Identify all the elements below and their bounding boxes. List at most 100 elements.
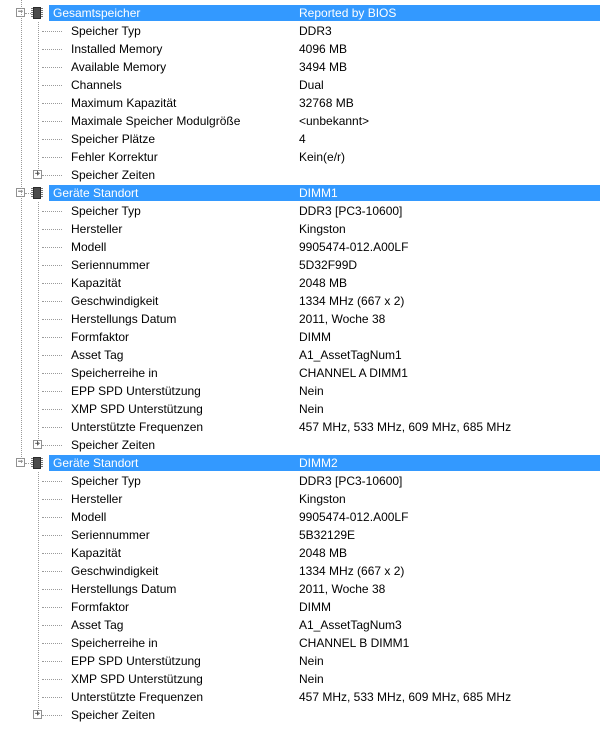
property-value: CHANNEL B DIMM1 xyxy=(299,636,410,650)
property-row[interactable]: Available Memory 3494 MB xyxy=(0,58,600,76)
tree-connector xyxy=(42,247,62,248)
property-row[interactable]: Speicher Typ DDR3 [PC3-10600] xyxy=(0,202,600,220)
property-row[interactable]: Kapazität 2048 MB xyxy=(0,544,600,562)
property-label: Asset Tag xyxy=(71,618,124,632)
property-value: 2048 MB xyxy=(299,276,348,290)
property-label: EPP SPD Unterstützung xyxy=(71,384,201,398)
property-row[interactable]: EPP SPD Unterstützung Nein xyxy=(0,382,600,400)
property-label: Speicher Typ xyxy=(71,24,141,38)
tree-connector-vertical xyxy=(38,472,39,715)
property-row[interactable]: Asset Tag A1_AssetTagNum3 xyxy=(0,616,600,634)
memory-tree-view[interactable]: − Gesamtspeicher Reported by BIOS Speicher … xyxy=(0,0,600,756)
property-value: DDR3 [PC3-10600] xyxy=(299,474,403,488)
property-label: Kapazität xyxy=(71,276,122,290)
tree-connector xyxy=(42,337,62,338)
property-row[interactable]: Modell 9905474-012.A00LF xyxy=(0,238,600,256)
property-label: Speicherreihe in xyxy=(71,636,158,650)
property-label: Modell xyxy=(71,510,107,524)
property-row[interactable]: Seriennummer 5B32129E xyxy=(0,526,600,544)
property-value: Nein xyxy=(299,402,324,416)
property-row[interactable]: Formfaktor DIMM xyxy=(0,598,600,616)
property-row[interactable]: Speicher Plätze 4 xyxy=(0,130,600,148)
property-row[interactable]: Maximale Speicher Modulgröße <unbekannt> xyxy=(0,112,600,130)
tree-connector xyxy=(42,589,62,590)
property-value: Nein xyxy=(299,384,324,398)
property-row[interactable]: XMP SPD Unterstützung Nein xyxy=(0,670,600,688)
property-value: Dual xyxy=(299,78,324,92)
property-row[interactable]: Geschwindigkeit 1334 MHz (667 x 2) xyxy=(0,292,600,310)
tree-connector xyxy=(42,625,62,626)
section-title: Geräte Standort xyxy=(53,456,139,470)
property-value: DIMM xyxy=(299,330,331,344)
section-header-2[interactable]: − Geräte Standort DIMM1 xyxy=(0,184,600,202)
property-row[interactable]: Fehler Korrektur Kein(e/r) xyxy=(0,148,600,166)
section-header-1[interactable]: − Gesamtspeicher Reported by BIOS xyxy=(0,4,600,22)
tree-connector xyxy=(42,31,62,32)
property-row[interactable]: Hersteller Kingston xyxy=(0,490,600,508)
tree-connector xyxy=(42,355,62,356)
property-label: Formfaktor xyxy=(71,600,130,614)
property-label: Seriennummer xyxy=(71,258,150,272)
property-row[interactable]: Modell 9905474-012.A00LF xyxy=(0,508,600,526)
tree-connector xyxy=(42,265,62,266)
tree-connector xyxy=(42,283,62,284)
property-label: Speicher Plätze xyxy=(71,132,156,146)
tree-connector xyxy=(42,643,62,644)
section-header-3[interactable]: − Geräte Standort DIMM2 xyxy=(0,454,600,472)
property-value: 1334 MHz (667 x 2) xyxy=(299,294,405,308)
property-label: Channels xyxy=(71,78,122,92)
expandable-item[interactable]: + Speicher Zeiten xyxy=(0,166,600,184)
tree-connector xyxy=(42,445,62,446)
property-label: Geschwindigkeit xyxy=(71,564,159,578)
tree-connector xyxy=(42,139,62,140)
property-row[interactable]: Maximum Kapazität 32768 MB xyxy=(0,94,600,112)
property-value: 2011, Woche 38 xyxy=(299,312,386,326)
property-label: Herstellungs Datum xyxy=(71,582,177,596)
property-label: Maximale Speicher Modulgröße xyxy=(71,114,241,128)
property-row[interactable]: Formfaktor DIMM xyxy=(0,328,600,346)
property-row[interactable]: Speicher Typ DDR3 [PC3-10600] xyxy=(0,472,600,490)
property-row[interactable]: Unterstützte Frequenzen 457 MHz, 533 MHz,… xyxy=(0,688,600,706)
property-row[interactable]: Seriennummer 5D32F99D xyxy=(0,256,600,274)
tree-connector xyxy=(42,481,62,482)
tree-connector xyxy=(42,103,62,104)
tree-connector xyxy=(42,607,62,608)
section-title: Geräte Standort xyxy=(53,186,139,200)
property-row[interactable]: Speicher Typ DDR3 xyxy=(0,22,600,40)
property-value: 5B32129E xyxy=(299,528,356,542)
property-label: Unterstützte Frequenzen xyxy=(71,690,204,704)
section-title: Gesamtspeicher xyxy=(53,6,141,20)
property-value: 9905474-012.A00LF xyxy=(299,510,409,524)
property-label: XMP SPD Unterstützung xyxy=(71,402,203,416)
property-value: DDR3 xyxy=(299,24,332,38)
property-value: 9905474-012.A00LF xyxy=(299,240,409,254)
property-label: Speicher Typ xyxy=(71,474,141,488)
property-row[interactable]: Herstellungs Datum 2011, Woche 38 xyxy=(0,310,600,328)
tree-connector xyxy=(42,85,62,86)
expandable-item[interactable]: + Speicher Zeiten xyxy=(0,436,600,454)
property-row[interactable]: Herstellungs Datum 2011, Woche 38 xyxy=(0,580,600,598)
property-row[interactable]: Channels Dual xyxy=(0,76,600,94)
property-row[interactable]: XMP SPD Unterstützung Nein xyxy=(0,400,600,418)
property-value: <unbekannt> xyxy=(299,114,370,128)
property-value: 2048 MB xyxy=(299,546,348,560)
property-value: 457 MHz, 533 MHz, 609 MHz, 685 MHz xyxy=(299,420,512,434)
section-value: DIMM2 xyxy=(299,456,338,470)
property-row[interactable]: Speicherreihe in CHANNEL A DIMM1 xyxy=(0,364,600,382)
property-row[interactable]: Speicherreihe in CHANNEL B DIMM1 xyxy=(0,634,600,652)
expandable-item[interactable]: + Speicher Zeiten xyxy=(0,706,600,724)
tree-connector xyxy=(42,391,62,392)
property-label: Available Memory xyxy=(71,60,167,74)
property-row[interactable]: Unterstützte Frequenzen 457 MHz, 533 MHz,… xyxy=(0,418,600,436)
property-row[interactable]: Installed Memory 4096 MB xyxy=(0,40,600,58)
property-row[interactable]: Kapazität 2048 MB xyxy=(0,274,600,292)
section-value: DIMM1 xyxy=(299,186,338,200)
tree-connector xyxy=(42,301,62,302)
property-row[interactable]: EPP SPD Unterstützung Nein xyxy=(0,652,600,670)
property-value: 3494 MB xyxy=(299,60,348,74)
property-row[interactable]: Asset Tag A1_AssetTagNum1 xyxy=(0,346,600,364)
property-row[interactable]: Geschwindigkeit 1334 MHz (667 x 2) xyxy=(0,562,600,580)
property-label: Maximum Kapazität xyxy=(71,96,177,110)
property-row[interactable]: Hersteller Kingston xyxy=(0,220,600,238)
property-label: Asset Tag xyxy=(71,348,124,362)
